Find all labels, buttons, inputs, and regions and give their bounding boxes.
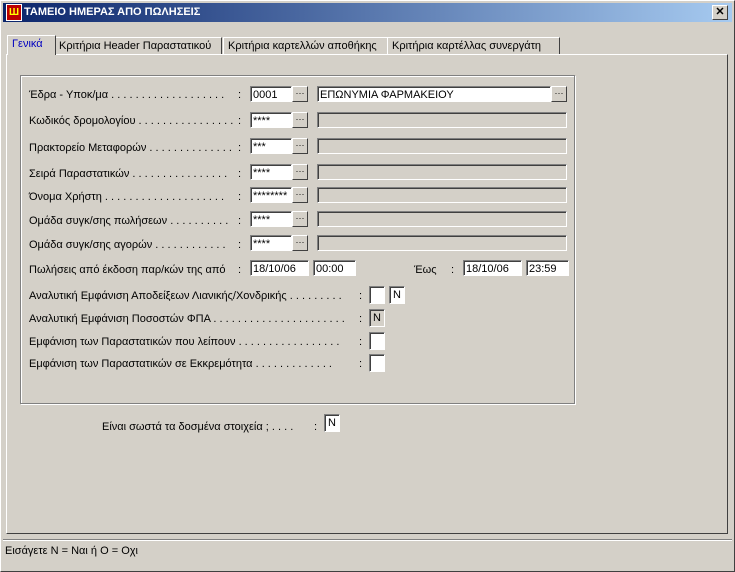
pending-docs-label: Εμφάνιση των Παραστατικών σε Εκκρεμότητα… bbox=[29, 358, 332, 370]
retail-detail-label: Αναλυτική Εμφάνιση Αποδείξεων Λιανικής/Χ… bbox=[29, 290, 342, 302]
route-code-input[interactable]: **** bbox=[250, 112, 292, 128]
branch-name-browse-button[interactable]: ··· bbox=[551, 86, 567, 102]
date-from-label: Πωλήσεις από έκδοση παρ/κών της από bbox=[29, 264, 226, 276]
retail-detail-secondary-input[interactable]: Ν bbox=[389, 286, 405, 304]
purchase-group-name-field bbox=[317, 235, 567, 251]
status-separator bbox=[3, 539, 732, 541]
title-bar: Ш ΤΑΜΕΙΟ ΗΜΕΡΑΣ ΑΠΟ ΠΩΛΗΣΕΙΣ ✕ bbox=[3, 3, 732, 22]
retail-detail-input[interactable] bbox=[369, 286, 385, 304]
route-name-field bbox=[317, 112, 567, 128]
branch-label: Έδρα - Υποκ/μα . . . . . . . . . . . . .… bbox=[29, 89, 225, 101]
sales-group-browse-button[interactable]: ··· bbox=[292, 211, 308, 227]
purchase-group-browse-button[interactable]: ··· bbox=[292, 235, 308, 251]
confirm-label: Είναι σωστά τα δοσμένα στοιχεία ; . . . … bbox=[102, 421, 294, 433]
branch-name-input[interactable]: ΕΠΩΝΥΜΙΑ ΦΑΡΜΑΚΕΙΟΥ bbox=[317, 86, 551, 102]
tab-general[interactable]: Γενικά bbox=[7, 35, 56, 55]
window-title: ΤΑΜΕΙΟ ΗΜΕΡΑΣ ΑΠΟ ΠΩΛΗΣΕΙΣ bbox=[24, 6, 201, 18]
agency-code-input[interactable]: *** bbox=[250, 138, 292, 154]
sales-group-name-field bbox=[317, 211, 567, 227]
branch-browse-button[interactable]: ··· bbox=[292, 86, 308, 102]
user-code-input[interactable]: ******** bbox=[250, 187, 292, 203]
series-browse-button[interactable]: ··· bbox=[292, 164, 308, 180]
time-from-input[interactable]: 00:00 bbox=[313, 260, 356, 276]
series-code-input[interactable]: **** bbox=[250, 164, 292, 180]
series-name-field bbox=[317, 164, 567, 180]
agency-browse-button[interactable]: ··· bbox=[292, 138, 308, 154]
close-button[interactable]: ✕ bbox=[712, 5, 728, 20]
time-to-input[interactable]: 23:59 bbox=[526, 260, 569, 276]
purchase-group-label: Ομάδα συγκ/σης αγορών . . . . . . . . . … bbox=[29, 239, 226, 251]
purchase-group-code-input[interactable]: **** bbox=[250, 235, 292, 251]
app-icon: Ш bbox=[6, 4, 22, 21]
user-browse-button[interactable]: ··· bbox=[292, 187, 308, 203]
route-label: Κωδικός δρομολογίου . . . . . . . . . . … bbox=[29, 115, 234, 127]
agency-name-field bbox=[317, 138, 567, 154]
branch-code-input[interactable]: 0001 bbox=[250, 86, 292, 102]
confirm-input[interactable]: Ν bbox=[324, 414, 340, 432]
missing-docs-label: Εμφάνιση των Παραστατικών που λείπουν . … bbox=[29, 336, 340, 348]
user-label: Όνομα Χρήστη . . . . . . . . . . . . . .… bbox=[29, 191, 225, 203]
date-to-input[interactable]: 18/10/06 bbox=[463, 260, 522, 276]
pending-docs-input[interactable] bbox=[369, 354, 385, 372]
main-window: Ш ΤΑΜΕΙΟ ΗΜΕΡΑΣ ΑΠΟ ΠΩΛΗΣΕΙΣ ✕ Γενικά Κρ… bbox=[0, 0, 735, 572]
status-text: Εισάγετε Ν = Ναι ή Ο = Οχι bbox=[5, 545, 138, 557]
sales-group-label: Ομάδα συγκ/σης πωλήσεων . . . . . . . . … bbox=[29, 215, 229, 227]
tab-warehouse-criteria[interactable]: Κριτήρια καρτελλών αποθήκης bbox=[223, 37, 388, 54]
vat-detail-input: Ν bbox=[369, 309, 385, 327]
agency-label: Πρακτορείο Μεταφορών . . . . . . . . . .… bbox=[29, 142, 232, 154]
route-browse-button[interactable]: ··· bbox=[292, 112, 308, 128]
tab-header-criteria[interactable]: Κριτήρια Header Παραστατικού bbox=[54, 37, 222, 54]
tab-partner-criteria[interactable]: Κριτήρια καρτέλλας συνεργάτη bbox=[387, 37, 560, 54]
user-name-field bbox=[317, 187, 567, 203]
missing-docs-input[interactable] bbox=[369, 332, 385, 350]
date-to-label: Έως bbox=[414, 264, 437, 276]
date-from-input[interactable]: 18/10/06 bbox=[250, 260, 309, 276]
vat-detail-label: Αναλυτική Εμφάνιση Ποσοστών ΦΠΑ . . . . … bbox=[29, 313, 345, 325]
series-label: Σειρά Παραστατικών . . . . . . . . . . .… bbox=[29, 168, 228, 180]
sales-group-code-input[interactable]: **** bbox=[250, 211, 292, 227]
